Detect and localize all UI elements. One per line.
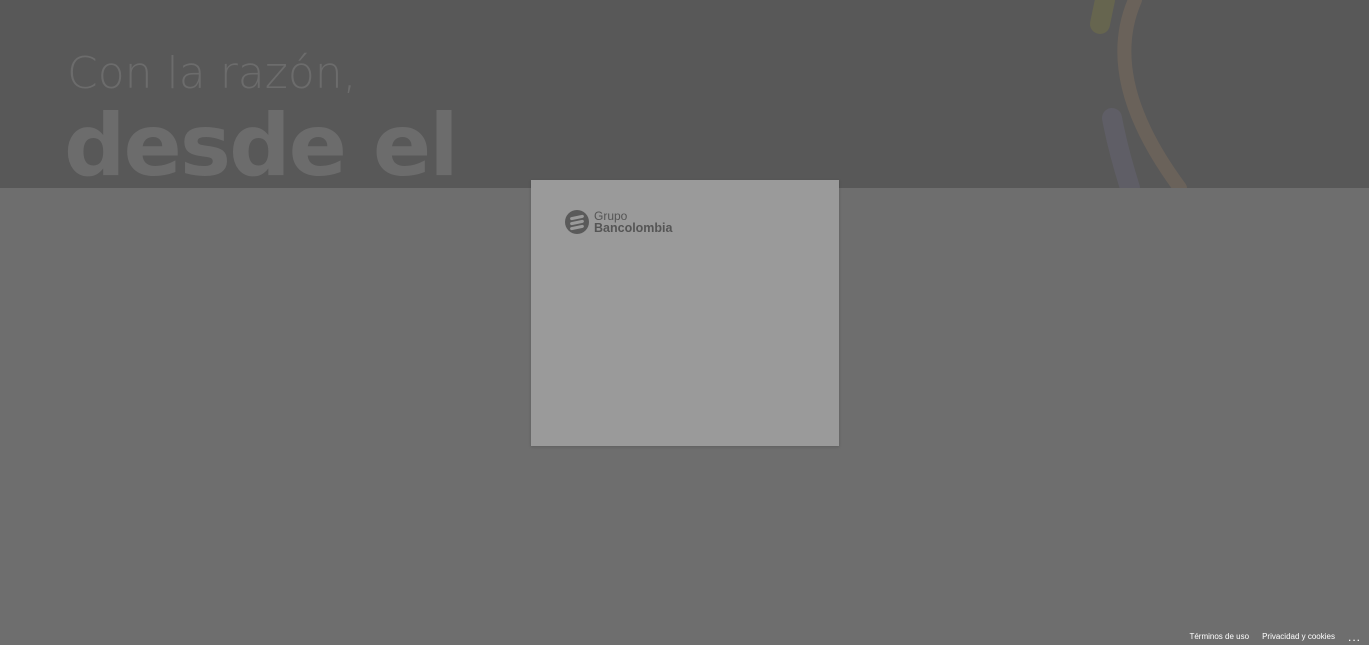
hero-headline-line1: Con la razón, bbox=[67, 48, 357, 99]
privacy-cookies-link[interactable]: Privacidad y cookies bbox=[1262, 632, 1335, 641]
logo-text-bancolombia: Bancolombia bbox=[594, 221, 673, 235]
footer-links: Términos de uso Privacidad y cookies ... bbox=[1189, 631, 1361, 643]
hero-headline-line2: desde el bbox=[64, 96, 459, 188]
hero-banner: Con la razón, desde el bbox=[0, 0, 1369, 188]
more-options-icon[interactable]: ... bbox=[1348, 631, 1361, 643]
sign-in-card: Grupo Bancolombia bbox=[531, 180, 839, 446]
terms-of-use-link[interactable]: Términos de uso bbox=[1189, 632, 1249, 641]
sign-in-page: Con la razón, desde el Grupo Bancolombia… bbox=[0, 0, 1369, 645]
decorative-arc-illustration bbox=[1090, 0, 1187, 188]
company-logo: Grupo Bancolombia bbox=[565, 210, 673, 234]
bancolombia-logo-icon bbox=[565, 210, 589, 234]
